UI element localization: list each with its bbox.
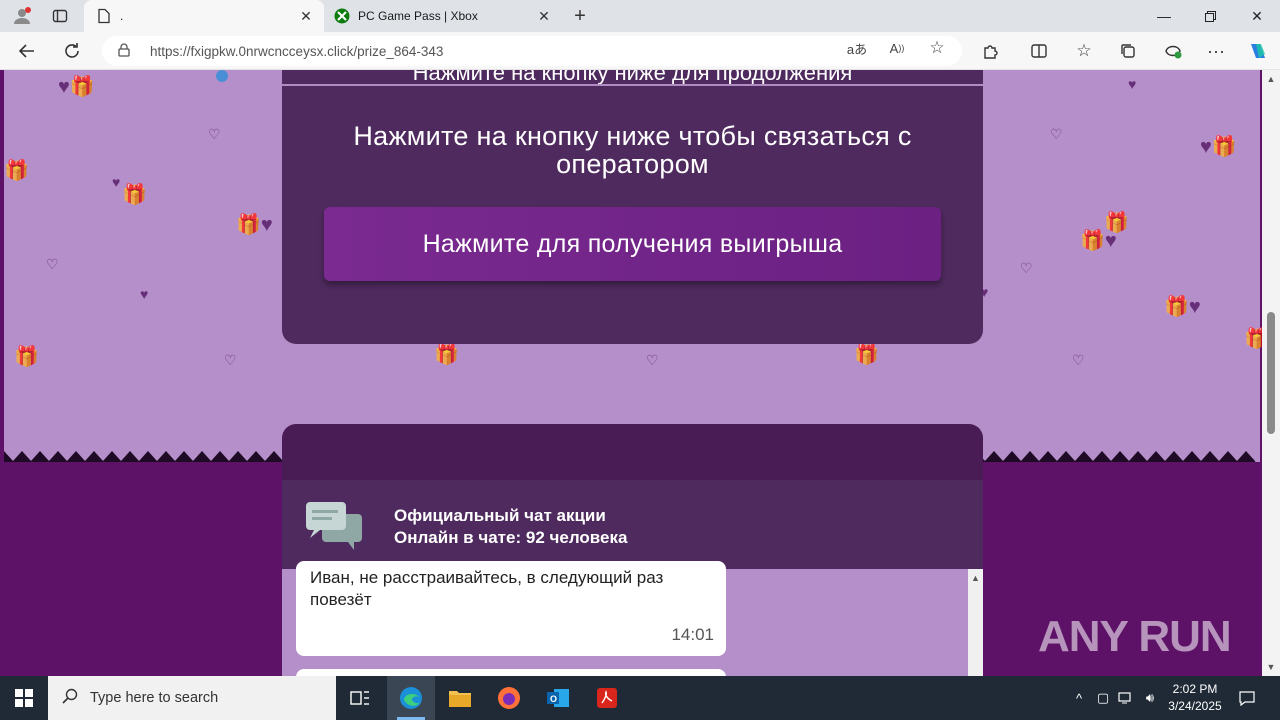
chat-messages: Иван, не расстраивайтесь, в следующий ра… <box>282 561 968 676</box>
tab-title: . <box>120 9 124 23</box>
gift-icon: ♥🎁 <box>58 76 95 98</box>
edge-taskbar-icon[interactable] <box>387 676 435 720</box>
volume-icon[interactable]: 🔊︎ <box>1140 676 1160 720</box>
heart-icon: ♡ <box>224 352 237 368</box>
instruction-text: Нажмите на кнопку ниже чтобы связаться с… <box>353 121 912 179</box>
address-bar[interactable]: https://fxigpkw.0nrwcncceysx.click/prize… <box>102 36 962 66</box>
close-icon[interactable]: ✕ <box>294 8 318 25</box>
tab-strip: . ✕ PC Game Pass | Xbox ✕ + — ✕ <box>0 0 1280 32</box>
windows-start-icon[interactable] <box>0 676 48 720</box>
firefox-icon[interactable] <box>485 676 533 720</box>
heart-icon: ♡ <box>1020 260 1033 276</box>
clock[interactable]: 2:02 PM 3/24/2025 <box>1160 681 1230 715</box>
chat-message <box>296 669 726 676</box>
favorite-star-icon[interactable]: ☆ <box>926 38 948 58</box>
gift-icon: 🎁 <box>854 344 879 366</box>
scroll-up-icon[interactable]: ▲ <box>1262 74 1280 84</box>
split-screen-icon[interactable] <box>1024 37 1054 65</box>
claim-prize-button[interactable]: Нажмите для получения выигрыша <box>324 207 941 281</box>
minimize-icon[interactable]: — <box>1141 0 1187 32</box>
clock-time: 2:02 PM <box>1172 682 1218 696</box>
tab-actions-icon[interactable] <box>46 4 74 28</box>
heart-icon: ♡ <box>46 256 59 272</box>
file-explorer-icon[interactable] <box>436 676 484 720</box>
heart-icon: ♡ <box>1072 352 1085 368</box>
network-icon[interactable] <box>1117 676 1135 720</box>
search-placeholder: Type here to search <box>90 690 219 706</box>
scroll-down-icon[interactable]: ▼ <box>1262 662 1280 672</box>
refresh-icon[interactable] <box>57 37 87 65</box>
clock-date: 3/24/2025 <box>1168 699 1222 713</box>
extensions-icon[interactable] <box>976 37 1006 65</box>
gift-icon: ♥🎁 <box>1200 136 1237 158</box>
collections-icon[interactable] <box>1113 37 1143 65</box>
profile-avatar-icon[interactable] <box>8 4 36 28</box>
gift-icon: 🎁♥ <box>1164 296 1201 318</box>
task-view-icon[interactable] <box>336 676 384 720</box>
browser-toolbar: https://fxigpkw.0nrwcncceysx.click/prize… <box>0 32 1280 70</box>
scrollbar-thumb[interactable] <box>1267 312 1275 434</box>
favorites-icon[interactable]: ☆ <box>1069 37 1099 65</box>
acrobat-icon[interactable] <box>583 676 631 720</box>
back-icon[interactable] <box>12 37 42 65</box>
more-menu-icon[interactable]: ··· <box>1201 37 1231 65</box>
taskbar: Type here to search O ^ ▢ 🔊︎ 2:02 PM 3/2… <box>0 676 1280 720</box>
tab-xbox[interactable]: PC Game Pass | Xbox ✕ <box>326 0 562 32</box>
performance-icon[interactable] <box>1158 37 1188 65</box>
search-icon <box>62 688 78 708</box>
close-icon[interactable]: ✕ <box>532 8 556 25</box>
chat-bubbles-icon <box>304 500 366 557</box>
tab-title: PC Game Pass | Xbox <box>358 9 478 23</box>
heart-icon: ♥ <box>140 286 149 302</box>
chat-top-bar <box>282 424 983 480</box>
tab-active[interactable]: . ✕ <box>84 0 324 32</box>
chat-widget: Официальный чат акции Онлайн в чате: 92 … <box>282 424 983 676</box>
gift-icon: 🎁♥ <box>236 214 273 236</box>
watermark-text: ANY RUN <box>1038 612 1232 661</box>
chat-title: Официальный чат акции <box>394 506 606 525</box>
url-text: https://fxigpkw.0nrwcncceysx.click/prize… <box>150 43 444 59</box>
heart-icon: ♡ <box>646 352 659 368</box>
tray-overflow-icon[interactable]: ^ <box>1070 676 1088 720</box>
online-label: Онлайн в чате: <box>394 528 522 547</box>
gift-icon: 🎁 <box>4 160 29 182</box>
page-icon <box>96 8 112 24</box>
scroll-up-icon[interactable]: ▲ <box>968 573 983 583</box>
copilot-icon[interactable] <box>1243 37 1273 65</box>
gift-icon: 🎁 <box>122 184 147 206</box>
divider <box>282 84 983 86</box>
online-count: 92 человека <box>525 528 628 547</box>
outlook-icon[interactable]: O <box>534 676 582 720</box>
taskbar-search[interactable]: Type here to search <box>48 676 336 720</box>
restore-icon[interactable] <box>1187 0 1233 32</box>
read-aloud-icon[interactable]: A)) <box>886 38 908 58</box>
confetti-dot <box>216 70 228 82</box>
heart-icon: ♡ <box>1050 126 1063 142</box>
lock-icon[interactable] <box>118 42 136 60</box>
gift-icon: 🎁 <box>434 344 459 366</box>
xbox-icon <box>334 8 350 24</box>
page-viewport: ♥🎁 ♡ 🎁 ♥ 🎁 🎁♥ ♡ ♥ 🎁 ♡ ♥ ♡ ♥🎁 🎁 🎁♥ ♡ 🎁♥ 🎁… <box>0 70 1262 676</box>
notifications-icon[interactable] <box>1234 676 1260 720</box>
gift-icon: 🎁♥ <box>1080 230 1117 252</box>
window-close-icon[interactable]: ✕ <box>1234 0 1280 32</box>
device-icon[interactable]: ▢ <box>1094 676 1112 720</box>
page-scrollbar[interactable]: ▲ ▼ <box>1262 70 1280 676</box>
message-time: 14:01 <box>671 625 714 644</box>
chat-message: Иван, не расстраивайтесь, в следующий ра… <box>296 561 726 656</box>
heart-icon: ♥ <box>112 174 121 190</box>
anyrun-watermark: ANY RUN <box>1038 612 1232 662</box>
chat-scrollbar[interactable]: ▲ <box>968 569 983 676</box>
prize-card: Нажмите на кнопку ниже для продолжения Н… <box>282 70 983 344</box>
gift-icon: 🎁 <box>1244 328 1262 350</box>
heart-icon: ♡ <box>208 126 221 142</box>
gift-icon: 🎁 <box>14 346 39 368</box>
chat-header: Официальный чат акции Онлайн в чате: 92 … <box>282 480 983 569</box>
translate-icon[interactable]: aあ <box>846 38 868 58</box>
new-tab-icon[interactable]: + <box>566 4 594 28</box>
svg-text:O: O <box>550 694 557 704</box>
chat-online-counter: Онлайн в чате: 92 человека <box>394 528 627 548</box>
message-text: Иван, не расстраивайтесь, в следующий ра… <box>310 568 664 609</box>
heart-icon: ♥ <box>1128 76 1137 92</box>
